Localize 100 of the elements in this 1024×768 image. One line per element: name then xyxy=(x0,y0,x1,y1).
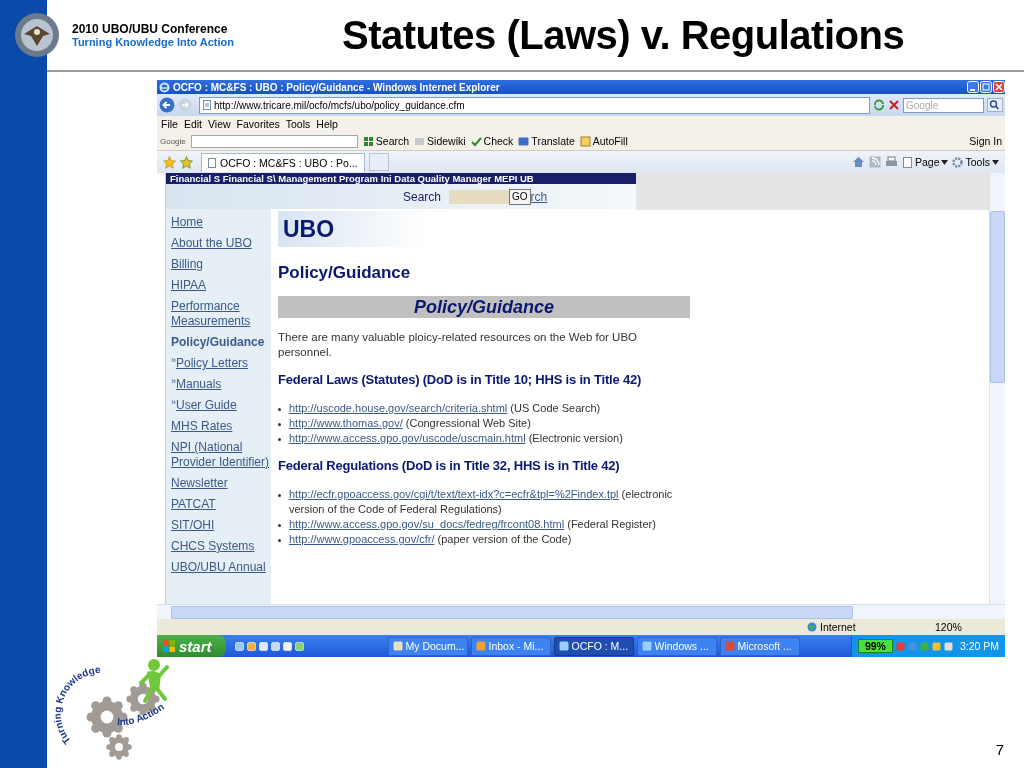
address-field[interactable]: http://www.tricare.mil/ocfo/mcfs/ubo/policy_guidance.cfm xyxy=(199,96,870,114)
form-icon xyxy=(579,135,591,147)
battery-level: 99% xyxy=(857,639,893,653)
check-icon xyxy=(470,135,482,147)
nav-link[interactable]: PATCAT xyxy=(171,497,216,512)
toolbar-search-field[interactable] xyxy=(190,134,358,148)
bullet-mark: » xyxy=(171,377,176,386)
feed-icon[interactable] xyxy=(868,156,881,168)
menu-item[interactable]: Tools xyxy=(285,118,311,130)
link-entry: http://www.thomas.gov/ (Congressional Web Site) xyxy=(289,416,532,431)
scroll-thumb[interactable] xyxy=(990,211,1005,383)
nav-link[interactable]: UBO/UBU Annual xyxy=(171,560,266,575)
nav-link[interactable]: Manuals xyxy=(176,377,222,392)
web-link[interactable]: http://www.access.gpo.gov/uscode/uscmain.html xyxy=(289,432,526,444)
favorites-star-icon[interactable] xyxy=(163,155,176,169)
go-button[interactable]: GO xyxy=(509,188,531,205)
link-entry: http://www.access.gpo.gov/uscode/uscmain.html (Electronic version) xyxy=(289,431,624,446)
section-title: Policy/Guidance xyxy=(278,263,412,283)
add-favorite-icon[interactable] xyxy=(180,155,193,169)
zone-label: Internet xyxy=(807,621,927,633)
link-entry: http://www.gpoaccess.gov/cfr/ (paper version of the Code) xyxy=(289,532,573,547)
home-icon[interactable] xyxy=(851,156,865,168)
search-field[interactable]: Google xyxy=(903,97,984,113)
nav-item-current[interactable]: Policy/Guidance xyxy=(171,335,271,350)
app-icon xyxy=(392,641,403,651)
ie-icon xyxy=(159,81,170,93)
nav-link[interactable]: MHS Rates xyxy=(171,419,233,434)
menu-item[interactable]: View xyxy=(208,118,231,130)
minimize-icon[interactable] xyxy=(967,81,979,93)
link-entry: http://uscode.house.gov/search/criteria.shtml (US Code Search) xyxy=(289,401,602,416)
app-icon xyxy=(724,641,735,651)
taskbar-button[interactable]: Microsoft ... xyxy=(719,636,800,656)
conference-name: 2010 UBO/UBU Conference xyxy=(72,22,229,36)
page-icon xyxy=(901,156,913,168)
vertical-scrollbar[interactable] xyxy=(989,173,1005,604)
nav-link[interactable]: Billing xyxy=(171,257,203,272)
bullet-icon xyxy=(278,494,281,497)
sign-in-link[interactable]: Sign In xyxy=(969,135,1002,147)
section-heading: Federal Laws (Statutes) (DoD is in Title 10; HHS is in Title 42) xyxy=(278,372,643,387)
bullet-icon xyxy=(278,524,281,527)
command-button[interactable]: Tools xyxy=(952,156,999,168)
menu-item[interactable]: File xyxy=(161,118,178,130)
nav-link[interactable]: NPI (National Provider Identifier) xyxy=(171,440,271,470)
nav-link[interactable]: Performance Measurements xyxy=(171,299,271,329)
close-icon[interactable] xyxy=(993,81,1005,93)
horizontal-scrollbar[interactable] xyxy=(157,604,1005,619)
slide-title: Statutes (Laws) v. Regulations xyxy=(342,12,905,58)
nav-link[interactable]: About the UBO xyxy=(171,236,252,251)
intro-text: There are many valuable ploicy-related resources on the Web for UBO personnel. xyxy=(278,330,638,360)
nav-link[interactable]: Home xyxy=(171,215,203,230)
web-link[interactable]: http://ecfr.gpoaccess.gov/cgi/t/text/text-idx?c=ecfr&tpl=%2Findex.tpl xyxy=(289,488,619,500)
nav-link[interactable]: HIPAA xyxy=(171,278,207,293)
tagline: Turning Knowledge Into Action xyxy=(72,36,235,48)
globe-icon xyxy=(807,622,817,632)
nav-link[interactable]: CHCS Systems xyxy=(171,539,255,554)
toolbar-button[interactable]: Search xyxy=(362,135,410,147)
browser-tab[interactable]: OCFO : MC&FS : UBO : Po... xyxy=(201,152,365,172)
zoom-level[interactable]: 120% xyxy=(935,621,995,633)
taskbar-button[interactable]: My Docum... xyxy=(387,636,468,656)
refresh-icon[interactable] xyxy=(873,99,885,111)
nav-link[interactable]: Newsletter xyxy=(171,476,228,491)
back-icon[interactable] xyxy=(159,97,175,113)
page-number: 7 xyxy=(995,741,1004,758)
toolbar-button[interactable]: Translate xyxy=(518,135,575,147)
web-link[interactable]: http://www.gpoaccess.gov/cfr/ xyxy=(289,533,435,545)
address-text: http://www.tricare.mil/ocfo/mcfs/ubo/policy_guidance.cfm xyxy=(214,99,465,111)
maximize-icon[interactable] xyxy=(980,81,992,93)
scroll-thumb[interactable] xyxy=(171,605,853,619)
section-heading: Federal Regulations (DoD is in Title 32, HHS is in Title 42) xyxy=(278,458,621,473)
print-icon[interactable] xyxy=(884,156,898,168)
bullet-mark: » xyxy=(171,398,176,407)
command-button[interactable]: Page xyxy=(901,156,949,168)
search-link[interactable]: rch xyxy=(530,189,548,204)
taskbar-button[interactable]: Inbox - Mi... xyxy=(470,636,551,656)
menu-item[interactable]: Edit xyxy=(183,118,202,130)
start-button[interactable]: start xyxy=(157,635,226,657)
new-tab-button[interactable] xyxy=(368,153,389,171)
menu-item[interactable]: Favorites xyxy=(236,118,280,130)
caret-icon xyxy=(992,159,999,165)
search-field[interactable] xyxy=(449,189,510,204)
taskbar-button[interactable]: Windows ... xyxy=(636,636,717,656)
search-label: Search xyxy=(403,189,442,204)
web-link[interactable]: http://www.thomas.gov/ xyxy=(289,417,403,429)
nav-link[interactable]: Policy Letters xyxy=(176,356,249,371)
web-link[interactable]: http://uscode.house.gov/search/criteria.shtml xyxy=(289,402,508,414)
stop-icon[interactable] xyxy=(888,99,900,111)
nav-link[interactable]: SIT/OHI xyxy=(171,518,215,533)
search-icon[interactable] xyxy=(987,98,1003,112)
web-link[interactable]: http://www.access.gpo.gov/su_docs/fedreg/frcont08.html xyxy=(289,518,565,530)
site-banner: Financial S Financial S\ Management Program Ini Data Quality Manager MEPI UB xyxy=(166,173,636,184)
taskbar-button[interactable]: OCFO : M... xyxy=(553,636,634,656)
toolbar-button[interactable]: Sidewiki xyxy=(414,135,466,147)
figure-drawing xyxy=(139,659,169,703)
nav-link[interactable]: User Guide xyxy=(176,398,237,413)
menu-item[interactable]: Help xyxy=(316,118,338,130)
window-title: OCFO : MC&FS : UBO : Policy/Guidance - Windows Internet Explorer xyxy=(173,81,500,93)
forward-icon[interactable] xyxy=(178,98,192,112)
windows-flag-icon xyxy=(163,640,175,652)
toolbar-button[interactable]: Check xyxy=(470,135,514,147)
toolbar-button[interactable]: AutoFill xyxy=(579,135,628,147)
